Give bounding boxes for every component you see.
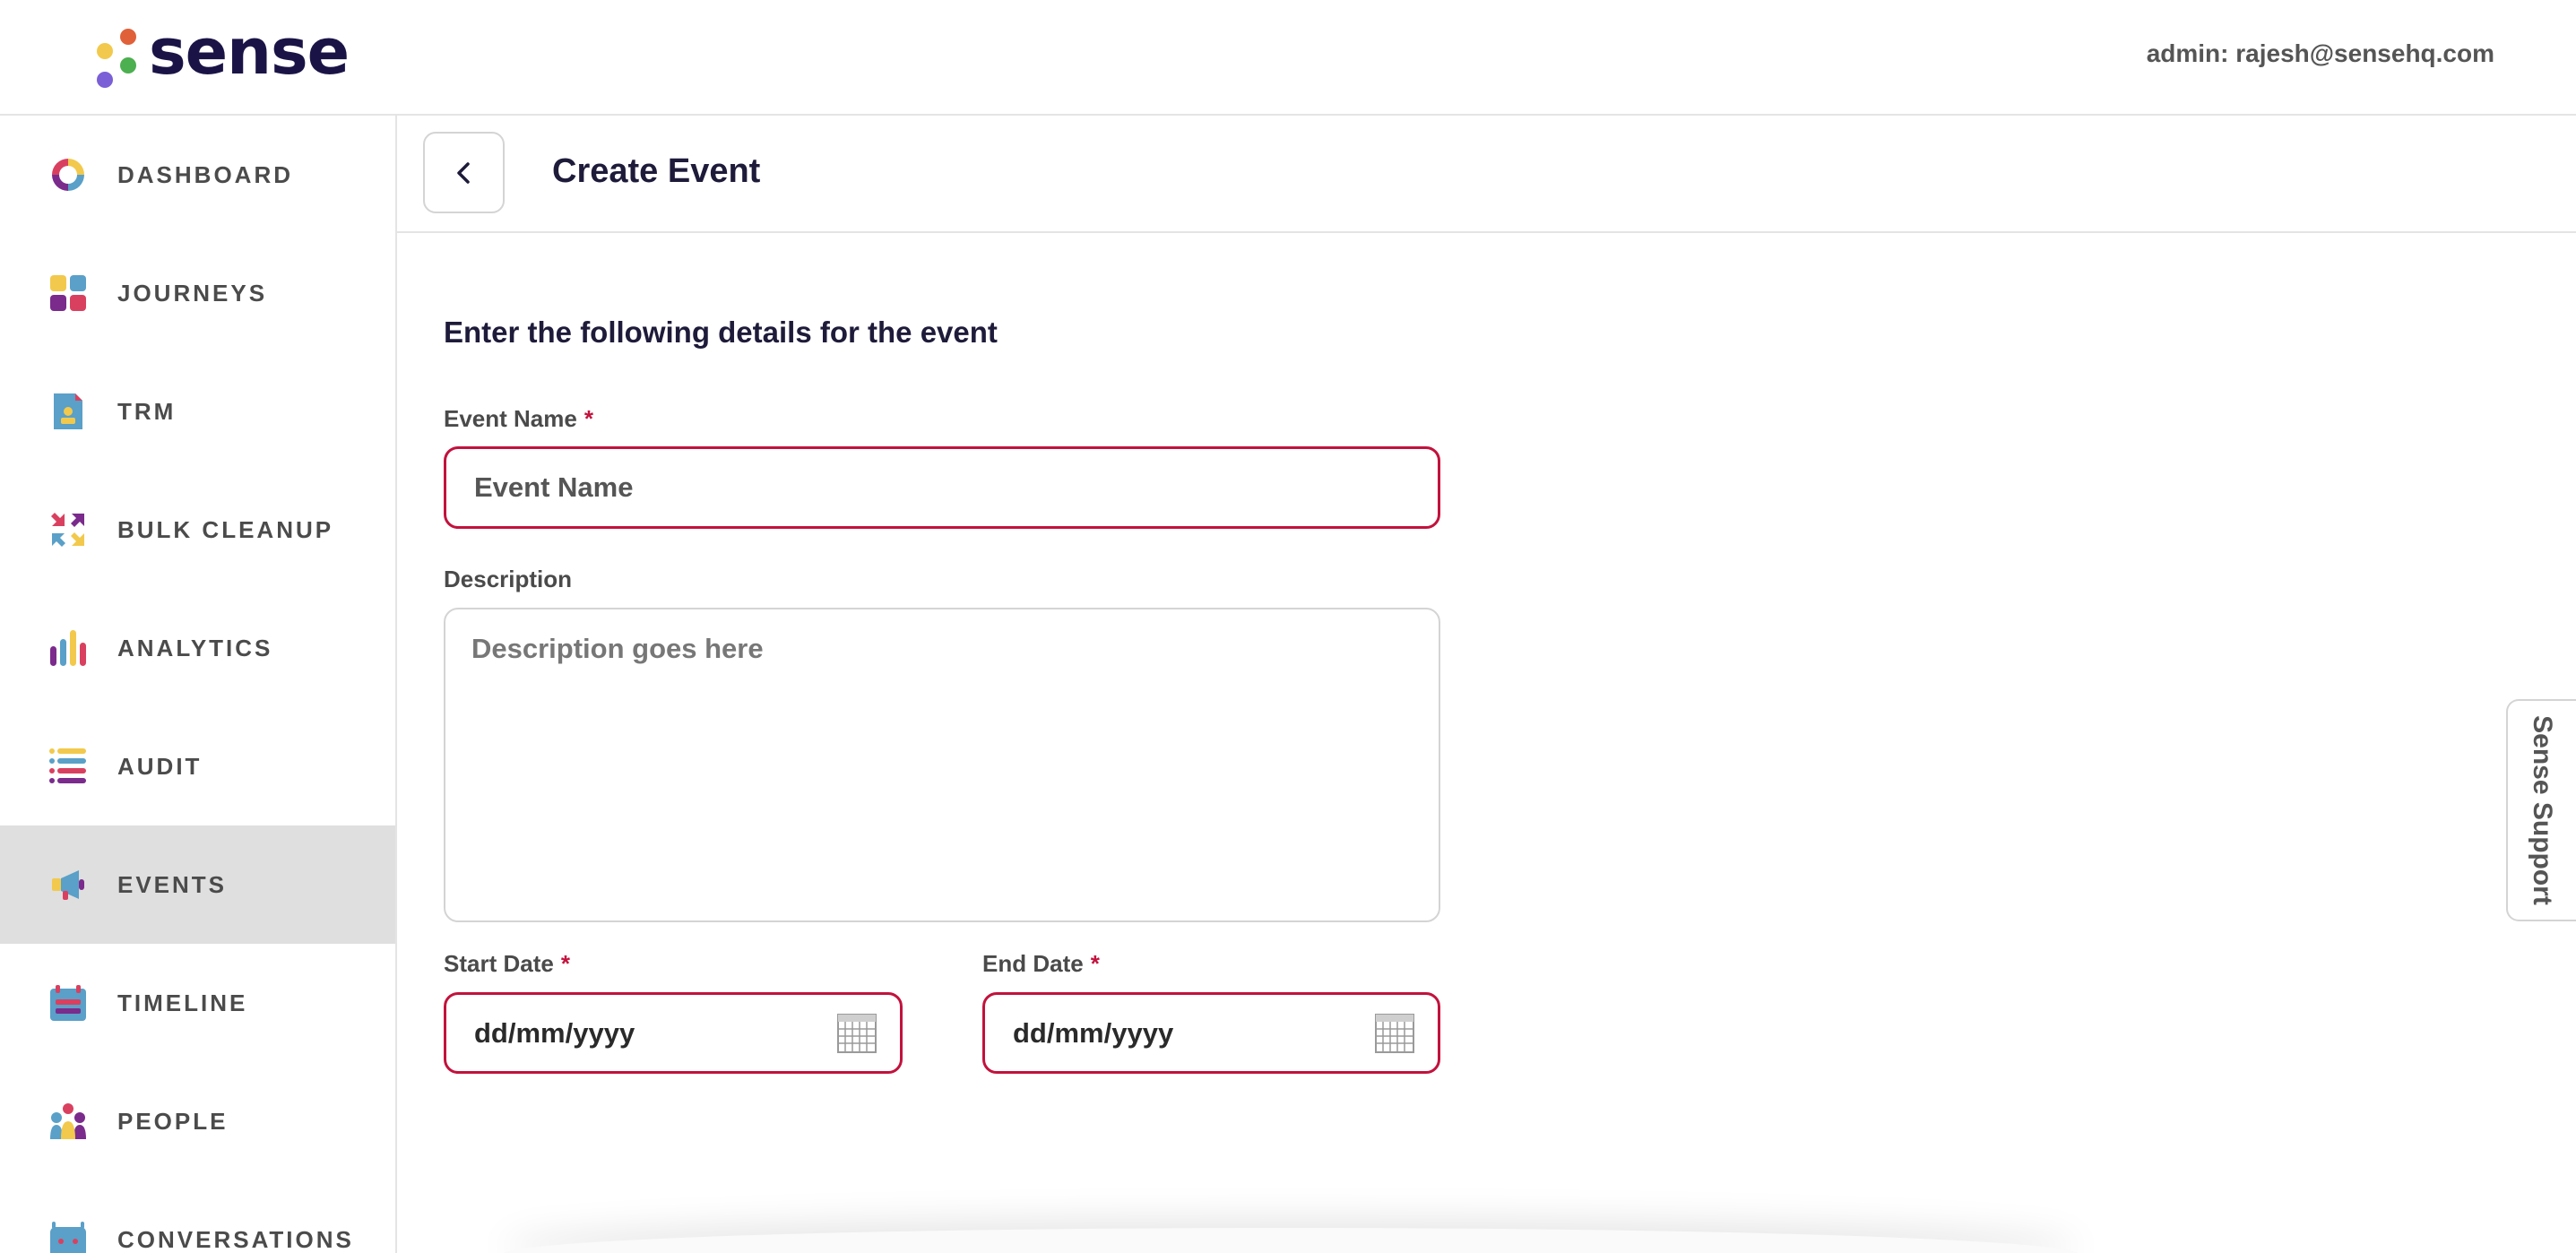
bottom-panel-shadow	[502, 1228, 2079, 1253]
end-date-label-text: End Date	[982, 950, 1084, 977]
timeline-calendar-icon	[50, 985, 86, 1021]
audit-list-icon	[49, 748, 86, 783]
start-date-input[interactable]: dd/mm/yyyy	[444, 992, 903, 1074]
end-date-value: dd/mm/yyyy	[1013, 1016, 1174, 1049]
sidebar-item-audit[interactable]: AUDIT	[0, 707, 395, 825]
sidebar-item-label: PEOPLE	[117, 1107, 229, 1135]
sidebar-item-label: BULK CLEANUP	[117, 515, 334, 543]
event-name-label: Event Name *	[444, 405, 593, 433]
analytics-bars-icon	[50, 630, 86, 666]
sense-support-tab[interactable]: Sense Support	[2506, 699, 2576, 921]
calendar-icon[interactable]	[837, 1013, 877, 1053]
sidebar-item-trm[interactable]: TRM	[0, 352, 395, 471]
start-date-label: Start Date *	[444, 950, 570, 978]
sidebar-item-people[interactable]: PEOPLE	[0, 1062, 395, 1180]
sidebar-item-label: TRM	[117, 397, 177, 425]
end-date-label: End Date *	[982, 950, 1100, 978]
content-header: Create Event	[397, 116, 2576, 233]
sidebar-item-journeys[interactable]: JOURNEYS	[0, 234, 395, 352]
form-heading: Enter the following details for the even…	[444, 315, 998, 349]
event-name-input[interactable]	[444, 446, 1440, 529]
sidebar-item-label: DASHBOARD	[117, 160, 293, 188]
sidebar-item-label: AUDIT	[117, 752, 203, 780]
journeys-grid-icon	[50, 275, 86, 311]
sidebar-item-label: TIMELINE	[117, 989, 248, 1016]
conversations-chat-icon	[50, 1222, 86, 1253]
required-asterisk: *	[1090, 950, 1100, 977]
logo-text: sense	[149, 15, 350, 89]
event-name-label-text: Event Name	[444, 405, 577, 432]
people-group-icon	[50, 1103, 86, 1139]
description-textarea[interactable]	[444, 608, 1440, 922]
logo-dots-icon	[93, 23, 138, 88]
sidebar-item-conversations[interactable]: CONVERSATIONS	[0, 1180, 395, 1253]
page-title: Create Event	[552, 152, 761, 190]
sidebar-item-timeline[interactable]: TIMELINE	[0, 944, 395, 1062]
back-button[interactable]	[423, 132, 505, 213]
sidebar-item-label: CONVERSATIONS	[117, 1225, 354, 1253]
chevron-left-icon	[456, 161, 470, 184]
start-date-label-text: Start Date	[444, 950, 554, 977]
bulk-cleanup-arrows-icon	[51, 513, 84, 547]
sidebar-item-label: EVENTS	[117, 870, 228, 898]
end-date-input[interactable]: dd/mm/yyyy	[982, 992, 1440, 1074]
sense-logo[interactable]: sense	[93, 15, 350, 91]
calendar-icon[interactable]	[1375, 1013, 1414, 1053]
dashboard-ring-icon	[52, 159, 84, 191]
sidebar: DASHBOARD JOURNEYS TRM BULK CLEANUP ANAL…	[0, 116, 397, 1253]
trm-document-icon	[54, 393, 82, 429]
sidebar-item-dashboard[interactable]: DASHBOARD	[0, 116, 395, 234]
sidebar-item-analytics[interactable]: ANALYTICS	[0, 589, 395, 707]
required-asterisk: *	[560, 950, 570, 977]
required-asterisk: *	[583, 405, 593, 432]
sidebar-item-bulk-cleanup[interactable]: BULK CLEANUP	[0, 471, 395, 589]
sidebar-item-label: ANALYTICS	[117, 634, 273, 661]
start-date-value: dd/mm/yyyy	[474, 1016, 635, 1049]
admin-user-label[interactable]: admin: rajesh@sensehq.com	[2147, 39, 2494, 68]
sense-support-label: Sense Support	[2528, 715, 2557, 905]
events-megaphone-icon	[52, 870, 84, 900]
sidebar-item-label: JOURNEYS	[117, 279, 268, 307]
top-bar: sense admin: rajesh@sensehq.com	[0, 0, 2576, 116]
sidebar-item-events[interactable]: EVENTS	[0, 825, 395, 944]
description-label: Description	[444, 566, 573, 592]
